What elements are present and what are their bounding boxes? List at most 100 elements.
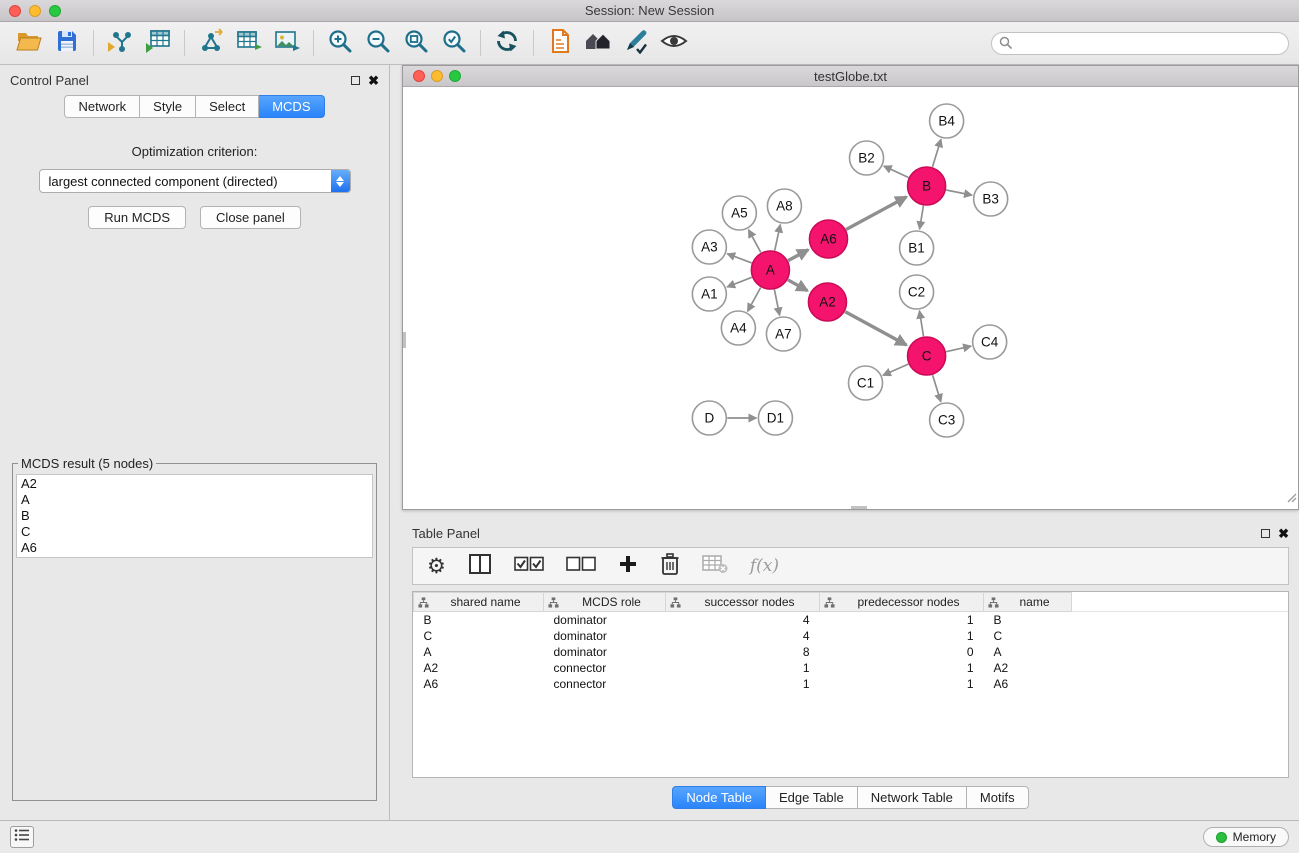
- tab-edge-table[interactable]: Edge Table: [766, 786, 858, 809]
- tab-network[interactable]: Network: [64, 95, 140, 118]
- first-neighbors-button[interactable]: [579, 26, 617, 60]
- graph-node[interactable]: A8: [767, 189, 801, 223]
- mcds-result-item[interactable]: A2: [17, 476, 372, 492]
- graph-node[interactable]: A3: [692, 230, 726, 264]
- graph-edge[interactable]: [932, 139, 941, 167]
- column-header[interactable]: predecessor nodes: [820, 593, 984, 612]
- graph-node[interactable]: B1: [900, 231, 934, 265]
- vertical-scroll-mark[interactable]: [403, 332, 406, 348]
- float-table-panel-icon[interactable]: [1261, 529, 1270, 538]
- table-cell[interactable]: 1: [820, 628, 984, 644]
- tab-select[interactable]: Select: [196, 95, 259, 118]
- table-cell[interactable]: 1: [666, 660, 820, 676]
- graph-node[interactable]: B3: [974, 182, 1008, 216]
- mcds-result-item[interactable]: A6: [17, 540, 372, 556]
- network-canvas[interactable]: B4B2BB3A5A8A6A3B1AC2A1A2A4A7C4CC1C3DD1: [403, 87, 1298, 509]
- clear-selection-button[interactable]: [566, 555, 596, 578]
- graph-node[interactable]: B4: [930, 104, 964, 138]
- table-row[interactable]: Adominator80A: [414, 644, 1289, 660]
- zoom-in-button[interactable]: [321, 26, 359, 60]
- close-panel-icon[interactable]: ✖: [368, 74, 379, 87]
- table-cell[interactable]: B: [984, 612, 1072, 628]
- graph-node[interactable]: A1: [692, 277, 726, 311]
- column-header[interactable]: shared name: [414, 593, 544, 612]
- save-session-button[interactable]: [48, 26, 86, 60]
- graph-edge[interactable]: [933, 375, 941, 402]
- graph-edge[interactable]: [727, 254, 752, 263]
- close-window-button[interactable]: [9, 5, 21, 17]
- table-cell[interactable]: A: [984, 644, 1072, 660]
- open-network-file-button[interactable]: [541, 26, 579, 60]
- apply-style-button[interactable]: [617, 26, 655, 60]
- table-cell[interactable]: C: [984, 628, 1072, 644]
- close-panel-button[interactable]: Close panel: [200, 206, 301, 229]
- graph-node[interactable]: C1: [848, 366, 882, 400]
- tab-motifs[interactable]: Motifs: [967, 786, 1029, 809]
- task-history-button[interactable]: [10, 826, 34, 848]
- graph-edge[interactable]: [946, 190, 972, 195]
- horizontal-scroll-mark[interactable]: [851, 506, 867, 509]
- graph-node[interactable]: A2: [808, 283, 846, 321]
- show-graphics-button[interactable]: [655, 26, 693, 60]
- graph-edge[interactable]: [775, 225, 781, 251]
- table-cell[interactable]: connector: [544, 660, 666, 676]
- table-row[interactable]: Bdominator41B: [414, 612, 1289, 628]
- close-network-button[interactable]: [413, 70, 425, 82]
- mcds-result-item[interactable]: B: [17, 508, 372, 524]
- table-cell[interactable]: 1: [820, 612, 984, 628]
- zoom-network-button[interactable]: [449, 70, 461, 82]
- table-cell[interactable]: A6: [984, 676, 1072, 692]
- minimize-window-button[interactable]: [29, 5, 41, 17]
- graph-edge[interactable]: [946, 346, 971, 352]
- mcds-result-list[interactable]: A2ABCA6: [16, 474, 373, 558]
- graph-edge[interactable]: [727, 277, 752, 287]
- export-table-button[interactable]: [230, 26, 268, 60]
- table-cell[interactable]: A6: [414, 676, 544, 692]
- graph-node[interactable]: C4: [973, 325, 1007, 359]
- graph-node[interactable]: D: [692, 401, 726, 435]
- graph-node[interactable]: C: [908, 337, 946, 375]
- tab-network-table[interactable]: Network Table: [858, 786, 967, 809]
- search-input[interactable]: [991, 32, 1289, 55]
- export-network-button[interactable]: [192, 26, 230, 60]
- close-table-panel-icon[interactable]: ✖: [1278, 527, 1289, 540]
- graph-node[interactable]: C2: [900, 275, 934, 309]
- add-column-button[interactable]: [618, 554, 638, 579]
- table-cell[interactable]: dominator: [544, 644, 666, 660]
- import-network-button[interactable]: [101, 26, 139, 60]
- mcds-result-item[interactable]: C: [17, 524, 372, 540]
- table-row[interactable]: A2connector11A2: [414, 660, 1289, 676]
- graph-node[interactable]: A5: [722, 196, 756, 230]
- table-cell[interactable]: 0: [820, 644, 984, 660]
- graph-node[interactable]: D1: [758, 401, 792, 435]
- column-header[interactable]: name: [984, 593, 1072, 612]
- show-columns-button[interactable]: [468, 553, 492, 580]
- zoom-selected-button[interactable]: [435, 26, 473, 60]
- import-table-button[interactable]: [139, 26, 177, 60]
- table-cell[interactable]: A: [414, 644, 544, 660]
- graph-edge[interactable]: [919, 311, 923, 336]
- optimization-criterion-select[interactable]: largest connected component (directed): [39, 169, 351, 193]
- mcds-result-item[interactable]: A: [17, 492, 372, 508]
- tab-style[interactable]: Style: [140, 95, 196, 118]
- table-cell[interactable]: 1: [820, 660, 984, 676]
- graph-edge[interactable]: [883, 364, 908, 375]
- table-cell[interactable]: connector: [544, 676, 666, 692]
- graph-edge[interactable]: [920, 206, 924, 230]
- table-cell[interactable]: 1: [666, 676, 820, 692]
- table-cell[interactable]: dominator: [544, 612, 666, 628]
- export-image-button[interactable]: [268, 26, 306, 60]
- memory-button[interactable]: Memory: [1203, 827, 1289, 847]
- table-row[interactable]: Cdominator41C: [414, 628, 1289, 644]
- table-settings-button[interactable]: ⚙: [427, 556, 446, 577]
- graph-edge[interactable]: [774, 290, 779, 316]
- graph-edge[interactable]: [846, 197, 906, 230]
- table-cell[interactable]: 4: [666, 628, 820, 644]
- graph-node[interactable]: A4: [721, 311, 755, 345]
- graph-node[interactable]: B: [908, 167, 946, 205]
- table-cell[interactable]: A2: [984, 660, 1072, 676]
- table-cell[interactable]: 8: [666, 644, 820, 660]
- table-cell[interactable]: C: [414, 628, 544, 644]
- function-builder-button[interactable]: f(x): [750, 556, 779, 576]
- graph-node[interactable]: A: [751, 251, 789, 289]
